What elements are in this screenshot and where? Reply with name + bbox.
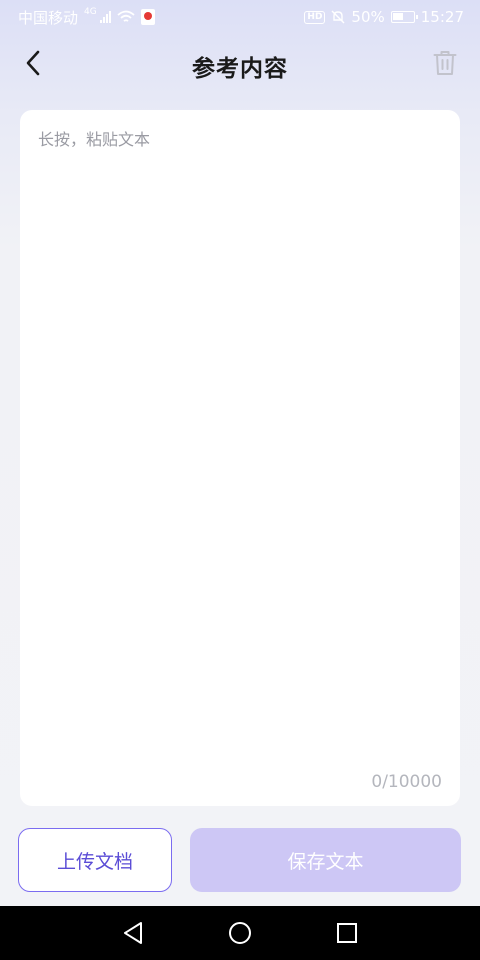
char-count: 0/10000 (371, 772, 442, 792)
status-left: 中国移动 4G (18, 7, 155, 28)
status-bar: 中国移动 4G HD 50% 15:27 (0, 0, 480, 34)
carrier-label: 中国移动 (18, 8, 79, 27)
triangle-back-icon (124, 922, 143, 944)
trash-icon (433, 51, 457, 75)
hd-icon: HD (304, 10, 326, 24)
delete-button[interactable] (430, 48, 460, 78)
signal-icon (99, 11, 111, 23)
screen: 中国移动 4G HD 50% 15:27 参考内容 长按，粘贴文本 0/1000… (0, 0, 480, 960)
status-right: HD 50% 15:27 (304, 8, 464, 26)
save-text-button[interactable]: 保存文本 (190, 828, 461, 892)
battery-icon (390, 11, 418, 23)
square-recents-icon (336, 923, 357, 943)
circle-home-icon (228, 922, 251, 944)
header: 参考内容 (0, 34, 480, 94)
reference-text-input[interactable] (38, 128, 442, 766)
network-type-label: 4G (84, 6, 97, 17)
page-title: 参考内容 (192, 56, 288, 82)
clock: 15:27 (420, 8, 464, 26)
notification-app-icon (140, 9, 155, 25)
battery-percent: 50% (351, 8, 385, 26)
nav-recents-button[interactable] (327, 913, 367, 953)
upload-document-button[interactable]: 上传文档 (18, 828, 172, 892)
bell-muted-icon (331, 10, 345, 24)
text-card: 0/10000 (20, 110, 460, 806)
wifi-icon (117, 10, 135, 22)
system-nav-bar (0, 906, 480, 960)
nav-back-button[interactable] (113, 913, 153, 953)
nav-home-button[interactable] (220, 913, 260, 953)
